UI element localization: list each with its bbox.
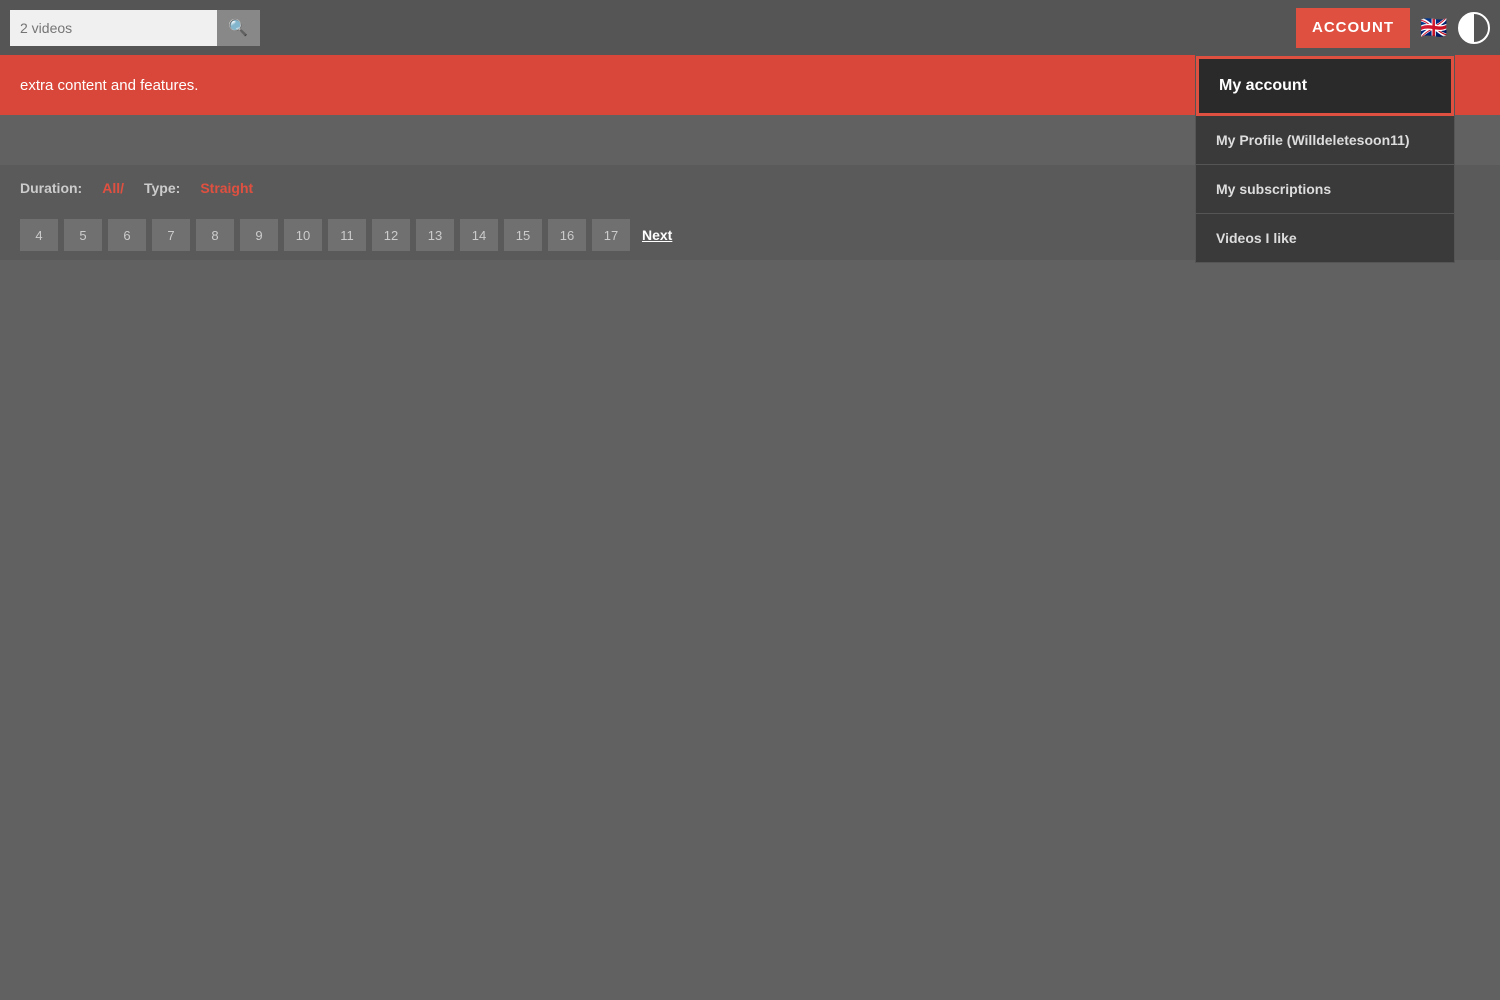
type-value[interactable]: Straight	[200, 180, 253, 196]
pagination-next[interactable]: Next	[642, 227, 672, 243]
page-number-11[interactable]: 11	[328, 219, 366, 251]
page-number-6[interactable]: 6	[108, 219, 146, 251]
duration-value[interactable]: All/	[102, 180, 124, 196]
contrast-button[interactable]	[1458, 12, 1490, 44]
page-number-4[interactable]: 4	[20, 219, 58, 251]
my-subscriptions-item[interactable]: My subscriptions	[1196, 165, 1454, 214]
banner-text: extra content and features.	[20, 77, 198, 94]
duration-label: Duration:	[20, 180, 82, 196]
search-icon: 🔍	[228, 18, 248, 38]
page-number-7[interactable]: 7	[152, 219, 190, 251]
main-content	[0, 260, 1500, 1000]
page-number-12[interactable]: 12	[372, 219, 410, 251]
page-number-10[interactable]: 10	[284, 219, 322, 251]
page-number-14[interactable]: 14	[460, 219, 498, 251]
page-number-15[interactable]: 15	[504, 219, 542, 251]
header-left: 🔍	[10, 10, 260, 46]
account-button[interactable]: ACCOUNT	[1296, 8, 1410, 48]
videos-i-like-item[interactable]: Videos I like	[1196, 214, 1454, 262]
flag-icon[interactable]: 🇬🇧	[1416, 10, 1452, 46]
header-right: ACCOUNT 🇬🇧	[1296, 8, 1490, 48]
page-number-13[interactable]: 13	[416, 219, 454, 251]
page-number-9[interactable]: 9	[240, 219, 278, 251]
page-number-5[interactable]: 5	[64, 219, 102, 251]
search-box: 🔍	[10, 10, 260, 46]
page-number-16[interactable]: 16	[548, 219, 586, 251]
type-label: Type:	[144, 180, 180, 196]
my-account-item[interactable]: My account	[1196, 56, 1454, 116]
search-button[interactable]: 🔍	[217, 10, 260, 46]
page-number-17[interactable]: 17	[592, 219, 630, 251]
dropdown-menu: My account My Profile (Willdeletesoon11)…	[1195, 55, 1455, 263]
header: 🔍 ACCOUNT 🇬🇧	[0, 0, 1500, 55]
page-number-8[interactable]: 8	[196, 219, 234, 251]
my-profile-item[interactable]: My Profile (Willdeletesoon11)	[1196, 116, 1454, 165]
search-input[interactable]	[10, 10, 217, 46]
